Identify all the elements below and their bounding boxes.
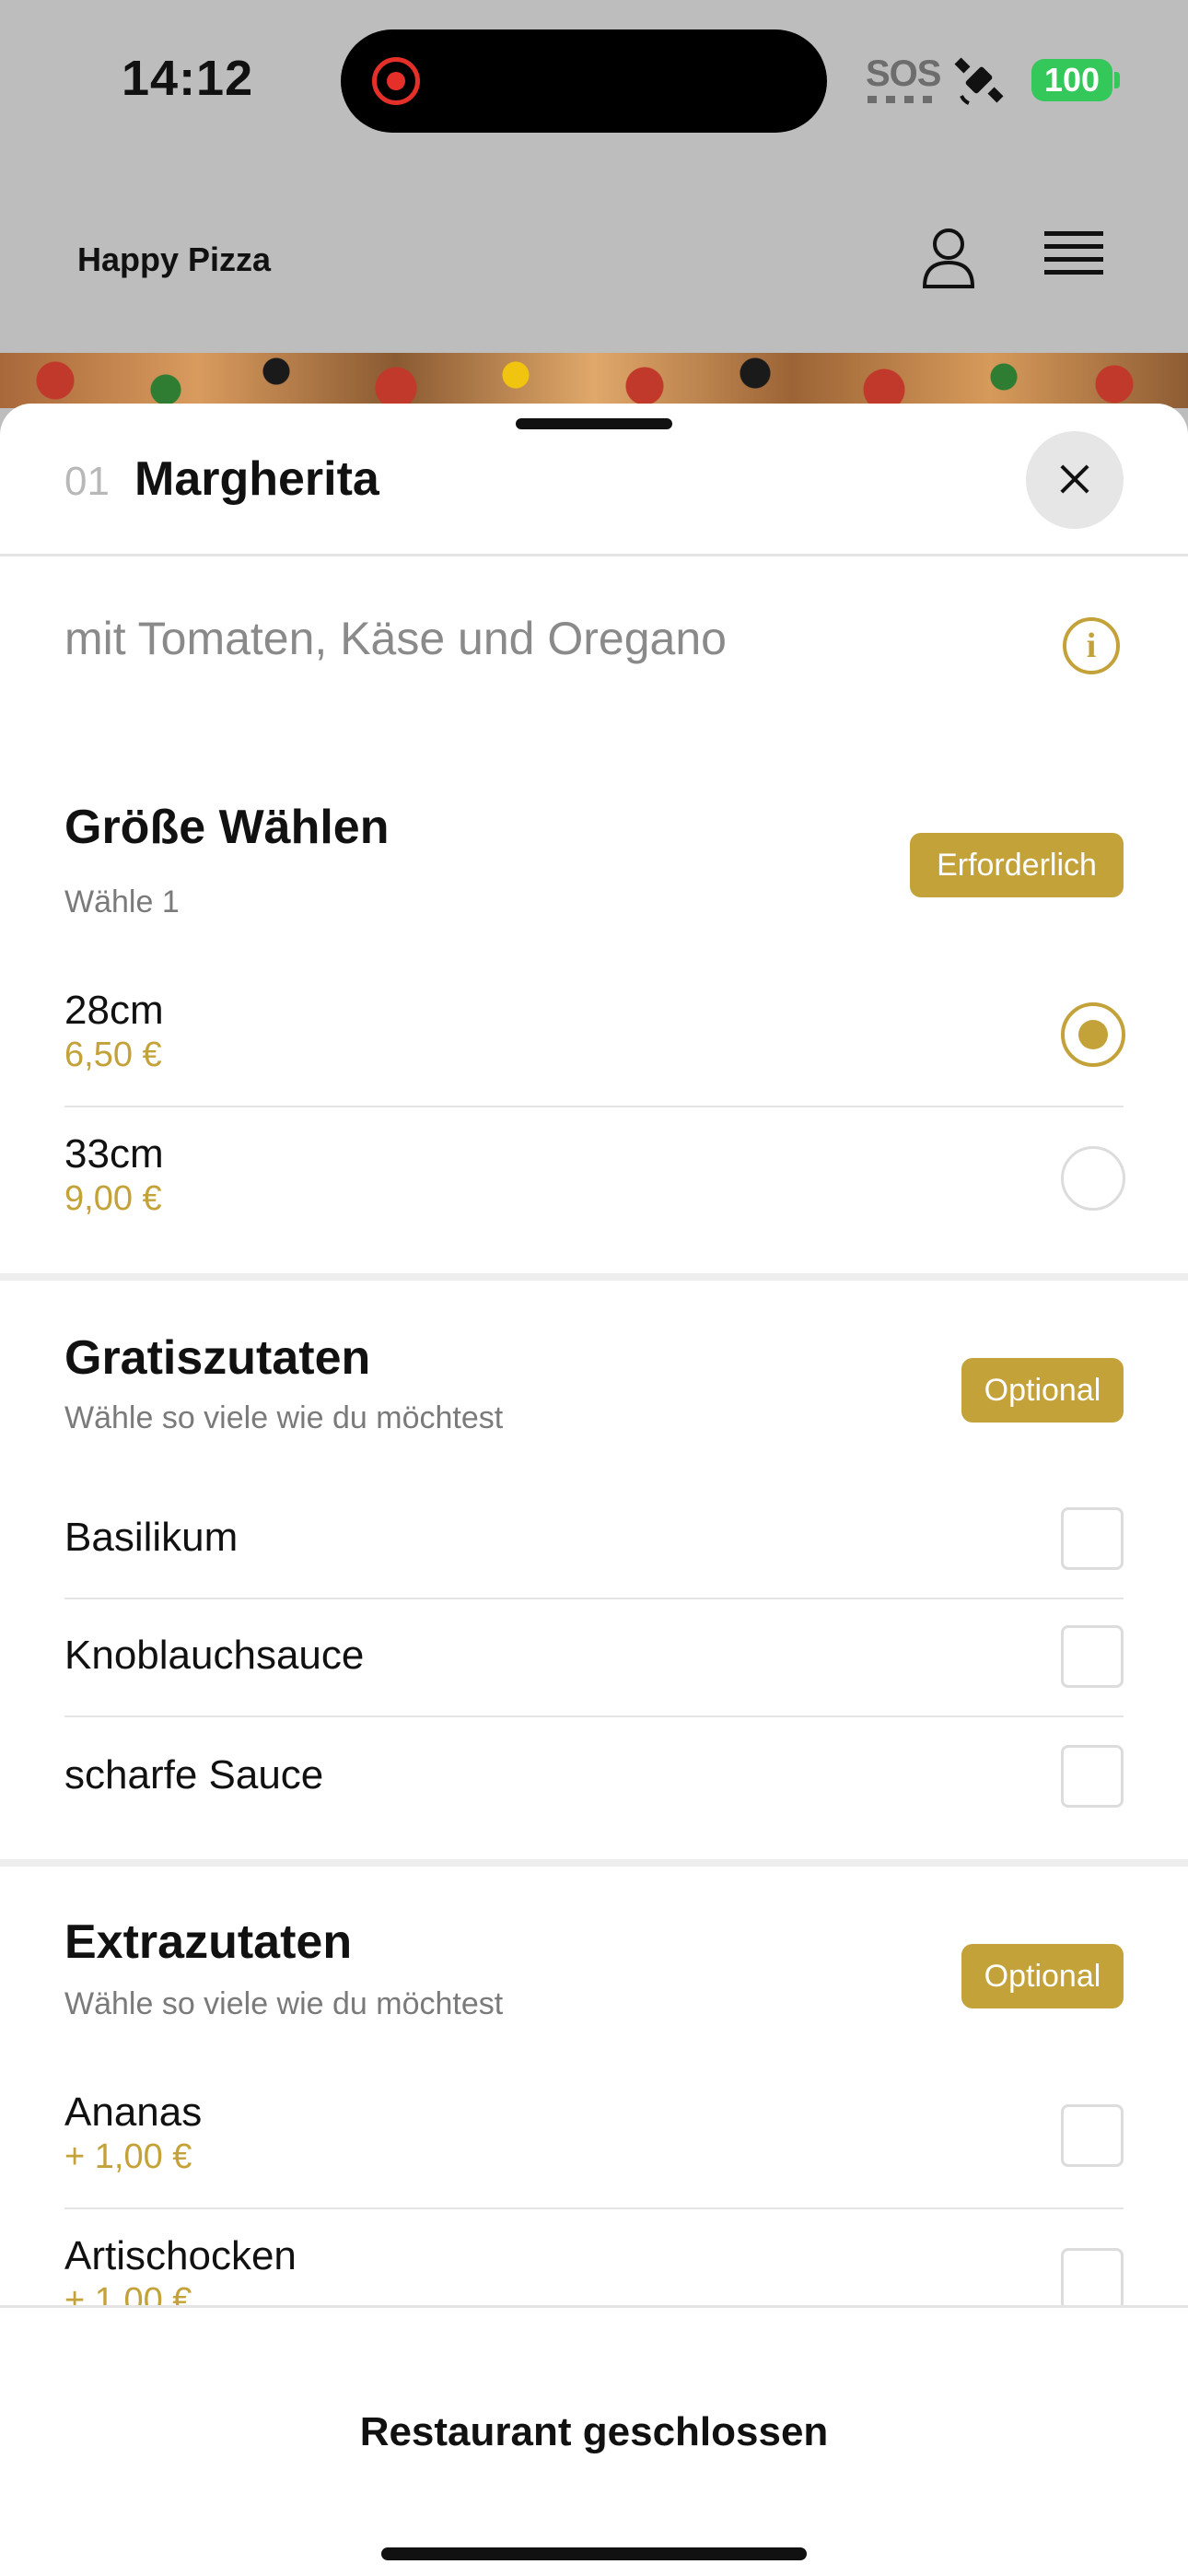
row-divider xyxy=(64,2207,1124,2209)
extra-option-price: + 1,00 € xyxy=(64,2137,192,2176)
product-sheet: 01 Margherita mit Tomaten, Käse und Oreg… xyxy=(0,404,1188,2576)
close-button[interactable] xyxy=(1026,431,1124,529)
size-group-subtitle: Wähle 1 xyxy=(64,884,180,919)
item-number: 01 xyxy=(64,459,110,504)
free-group-title: Gratiszutaten xyxy=(64,1331,371,1385)
artischocken-checkbox[interactable] xyxy=(1061,2248,1124,2311)
order-footer: Restaurant geschlossen xyxy=(0,2305,1188,2576)
ananas-checkbox[interactable] xyxy=(1061,2104,1124,2167)
extra-option-label[interactable]: Ananas xyxy=(64,2090,202,2136)
free-option-label[interactable]: Knoblauchsauce xyxy=(64,1633,364,1679)
basilikum-checkbox[interactable] xyxy=(1061,1507,1124,1570)
app-header: Happy Pizza xyxy=(0,161,1188,353)
clock: 14:12 xyxy=(122,51,254,106)
scharfe-sauce-checkbox[interactable] xyxy=(1061,1745,1124,1808)
required-badge: Erforderlich xyxy=(910,833,1124,897)
brand-name[interactable]: Happy Pizza xyxy=(77,240,271,279)
knoblauchsauce-checkbox[interactable] xyxy=(1061,1625,1124,1688)
sos-indicator: SOS xyxy=(866,53,941,94)
extra-group-title: Extrazutaten xyxy=(64,1915,353,1969)
info-icon[interactable]: i xyxy=(1063,617,1120,674)
section-divider xyxy=(0,1859,1188,1867)
hamburger-menu-icon[interactable] xyxy=(1044,231,1103,283)
recording-icon xyxy=(372,57,420,105)
battery-indicator: 100 xyxy=(1031,59,1112,101)
battery-tip xyxy=(1114,72,1120,88)
optional-badge: Optional xyxy=(961,1358,1124,1423)
home-indicator[interactable] xyxy=(381,2547,807,2560)
size-option-price: 6,50 € xyxy=(64,1036,162,1074)
satellite-icon xyxy=(954,57,1004,105)
pizza-banner-image xyxy=(0,353,1188,408)
optional-badge: Optional xyxy=(961,1944,1124,2008)
restaurant-status: Restaurant geschlossen xyxy=(359,2409,829,2454)
size-group-title: Größe Wählen xyxy=(64,801,390,854)
size-28cm-radio[interactable] xyxy=(1061,1002,1125,1067)
size-option-label[interactable]: 33cm xyxy=(64,1131,164,1177)
size-33cm-radio[interactable] xyxy=(1061,1146,1125,1211)
sheet-header: 01 Margherita xyxy=(0,404,1188,556)
size-option-label[interactable]: 28cm xyxy=(64,988,164,1034)
extra-group-subtitle: Wähle so viele wie du möchtest xyxy=(64,1986,504,2021)
extra-option-label[interactable]: Artischocken xyxy=(64,2233,297,2279)
size-option-price: 9,00 € xyxy=(64,1179,162,1218)
free-option-label[interactable]: scharfe Sauce xyxy=(64,1752,323,1798)
dynamic-island xyxy=(341,29,827,133)
item-title: Margherita xyxy=(134,452,379,506)
row-divider xyxy=(64,1106,1124,1107)
item-description: mit Tomaten, Käse und Oregano xyxy=(64,613,727,664)
signal-dots-icon xyxy=(868,96,932,103)
row-divider xyxy=(64,1598,1124,1599)
free-group-subtitle: Wähle so viele wie du möchtest xyxy=(64,1400,504,1435)
row-divider xyxy=(64,1715,1124,1717)
status-bar: 14:12 SOS 100 xyxy=(0,0,1188,161)
free-option-label[interactable]: Basilikum xyxy=(64,1515,238,1561)
user-icon[interactable] xyxy=(919,226,978,290)
section-divider xyxy=(0,1273,1188,1281)
